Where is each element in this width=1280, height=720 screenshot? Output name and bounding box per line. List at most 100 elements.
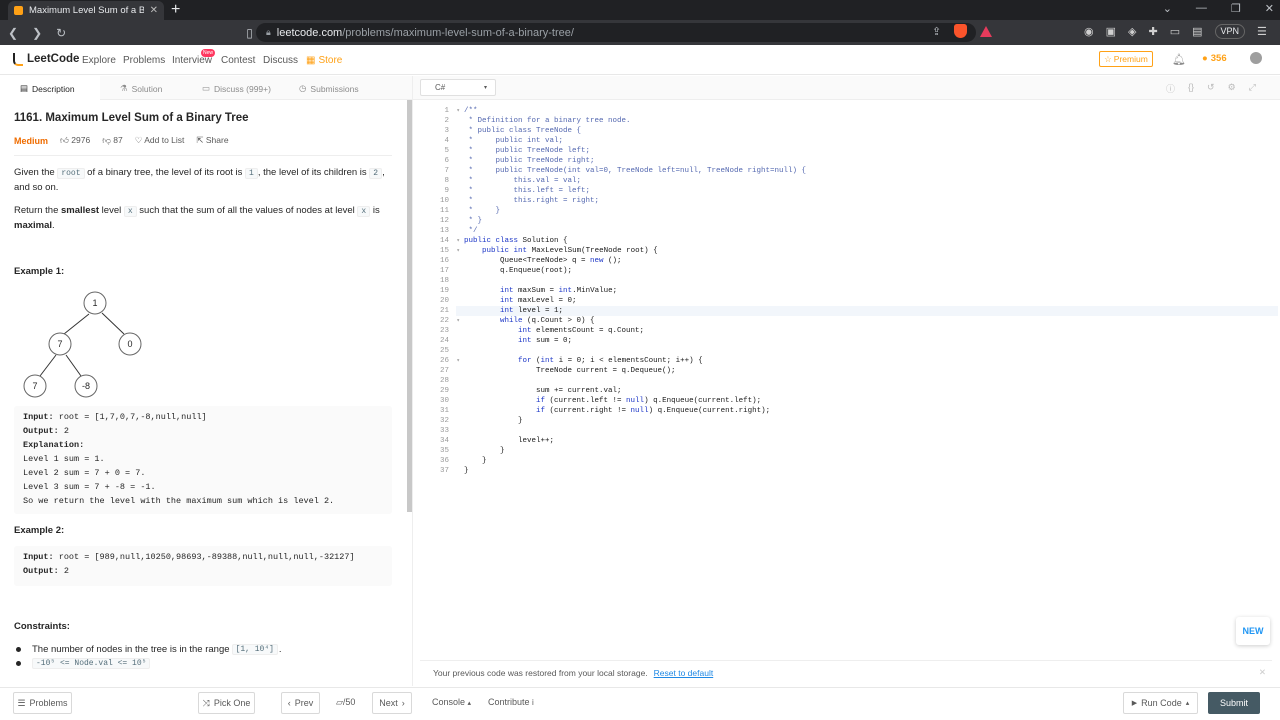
tab-submissions[interactable]: ◷ Submissions — [299, 83, 359, 94]
sidebar-icon[interactable]: ▭ — [1170, 25, 1180, 38]
submit-button[interactable]: Submit — [1208, 692, 1260, 714]
braces-icon[interactable]: {} — [1188, 82, 1194, 95]
extension-icon-1[interactable]: ◉ — [1084, 25, 1094, 38]
code-line: TreeNode current = q.Dequeue(); — [464, 367, 676, 375]
tab-discuss[interactable]: ▭ Discuss (999+) — [202, 83, 271, 94]
text: is — [370, 205, 380, 216]
store-label: Store — [318, 55, 343, 66]
keyword-token: null — [630, 407, 649, 415]
line-number: 22 — [413, 316, 460, 326]
nav-discuss[interactable]: Discuss — [263, 55, 298, 66]
editor-toolbar — [413, 76, 1280, 100]
share-icon[interactable]: ⇪ — [932, 25, 941, 38]
restore-icon[interactable]: ❐ — [1231, 2, 1241, 15]
line-number: 17 — [439, 267, 449, 275]
keyword-token: int — [500, 287, 514, 295]
avatar[interactable] — [1250, 52, 1262, 64]
extension-icon-2[interactable]: ▣ — [1106, 25, 1116, 38]
nav-contest[interactable]: Contest — [221, 55, 255, 66]
line-number: 36 — [439, 457, 449, 465]
address-bar[interactable]: 🔒︎ leetcode.com/problems/maximum-level-s… — [256, 23, 976, 42]
language-select[interactable]: C# ▾ — [420, 79, 496, 96]
console-toggle[interactable]: Console ▴ — [432, 697, 471, 707]
info-icon[interactable]: ⓘ — [1166, 82, 1175, 95]
tab-search-icon[interactable]: ⌄ — [1163, 2, 1172, 15]
reload-icon[interactable]: ↻ — [56, 26, 66, 40]
dismiss-icon[interactable]: ✕ — [1259, 667, 1266, 678]
code-line: * public TreeNode right; — [464, 157, 595, 165]
nav-explore[interactable]: Explore — [82, 55, 116, 66]
code-line: * this.val = val; — [464, 177, 582, 185]
play-icon: ▶ — [1131, 700, 1138, 707]
tab-solution[interactable]: ⚗ Solution — [120, 83, 162, 94]
like-button[interactable]: 👍︎ 2976 — [60, 135, 90, 146]
leetcode-logo[interactable]: LeetCode — [12, 52, 79, 66]
tree-node-label: 0 — [127, 339, 132, 349]
new-feature-button[interactable]: NEW — [1236, 617, 1270, 645]
new-badge: New — [201, 49, 216, 57]
next-label: Next — [379, 698, 398, 708]
page-indicator[interactable]: ▱/50 — [336, 697, 355, 708]
minimize-icon[interactable]: — — [1196, 2, 1207, 15]
window-controls: ⌄ — ❐ ✕ — [1163, 2, 1274, 15]
brave-shield-icon[interactable] — [954, 24, 968, 38]
code-line: public int MaxLevelSum(TreeNode root) { — [482, 247, 658, 255]
code-editor[interactable]: /** * Definition for a binary tree node.… — [456, 106, 1278, 476]
vpn-button[interactable]: VPN — [1214, 24, 1246, 39]
reset-icon[interactable]: ↺ — [1207, 82, 1215, 95]
new-tab-button[interactable]: + — [171, 1, 180, 19]
brave-rewards-icon[interactable] — [980, 25, 993, 37]
reset-to-default-link[interactable]: Reset to default — [654, 668, 714, 678]
streak-counter[interactable]: ● 356 — [1202, 53, 1227, 64]
prev-button[interactable]: ‹ Prev — [281, 692, 320, 714]
problems-list-button[interactable]: ☰ Problems — [13, 692, 72, 714]
tab-description[interactable]: ▤ Description — [20, 83, 75, 94]
nav-problems[interactable]: Problems — [123, 55, 165, 66]
keyword-token: int — [513, 247, 528, 255]
line-number: 20 — [439, 297, 449, 305]
dislike-button[interactable]: 👎︎ 87 — [102, 135, 122, 146]
extension-icon-3[interactable]: ◈ — [1128, 25, 1136, 38]
example-line: Explanation: — [23, 438, 383, 452]
explanation-line: Level 1 sum = 1. — [23, 454, 105, 464]
back-icon[interactable]: ❮ — [8, 26, 18, 40]
text: of a binary tree, the level of its root … — [84, 167, 246, 178]
run-code-button[interactable]: ▶ Run Code ▴ — [1123, 692, 1198, 714]
line-number: 27 — [439, 367, 449, 375]
keyword-token: int — [518, 327, 532, 335]
clock-icon: ◷ — [299, 83, 307, 93]
bookmark-icon[interactable]: ▯ — [246, 26, 253, 40]
problem-title: 1161. Maximum Level Sum of a Binary Tree — [14, 112, 249, 124]
url-host: leetcode.com — [276, 26, 343, 39]
close-tab-icon[interactable]: ✕ — [150, 5, 158, 16]
chevron-up-icon: ▴ — [1185, 700, 1190, 707]
share-button[interactable]: ⇱ Share — [196, 135, 228, 146]
page-value: /50 — [342, 697, 356, 707]
forward-icon[interactable]: ❯ — [32, 26, 42, 40]
line-number: 1 — [413, 106, 460, 116]
line-number: 21 — [439, 307, 449, 315]
pick-one-button[interactable]: ⤨ Pick One — [198, 692, 255, 714]
premium-button[interactable]: ☆ Premium — [1099, 51, 1153, 67]
add-to-list-button[interactable]: ♡ Add to List — [135, 135, 185, 146]
settings-icon[interactable]: ⚙ — [1228, 82, 1236, 95]
close-window-icon[interactable]: ✕ — [1265, 2, 1274, 15]
puzzle-icon[interactable]: ✚ — [1148, 25, 1157, 38]
fullscreen-icon[interactable]: ⤢ — [1249, 82, 1256, 95]
tree-diagram: 1 7 0 7 -8 — [23, 291, 142, 398]
contribute-link[interactable]: Contribute i — [488, 697, 534, 707]
next-button[interactable]: Next › — [372, 692, 412, 714]
output-value: 2 — [63, 426, 69, 436]
wallet-icon[interactable]: ▤ — [1192, 25, 1202, 38]
premium-label: Premium — [1113, 54, 1148, 64]
streak-value: 356 — [1210, 53, 1227, 64]
browser-tab-title: Maximum Level Sum of a Binary — [29, 5, 144, 16]
notification-bell-icon[interactable]: 🔔︎ — [1172, 53, 1186, 66]
keyword-token: null — [626, 397, 645, 405]
menu-icon[interactable]: ☰ — [1257, 25, 1267, 38]
tab-solution-label: Solution — [131, 83, 163, 94]
browser-tab[interactable]: Maximum Level Sum of a Binary ✕ — [8, 1, 164, 20]
nav-store[interactable]: ▦ Store — [306, 55, 342, 66]
